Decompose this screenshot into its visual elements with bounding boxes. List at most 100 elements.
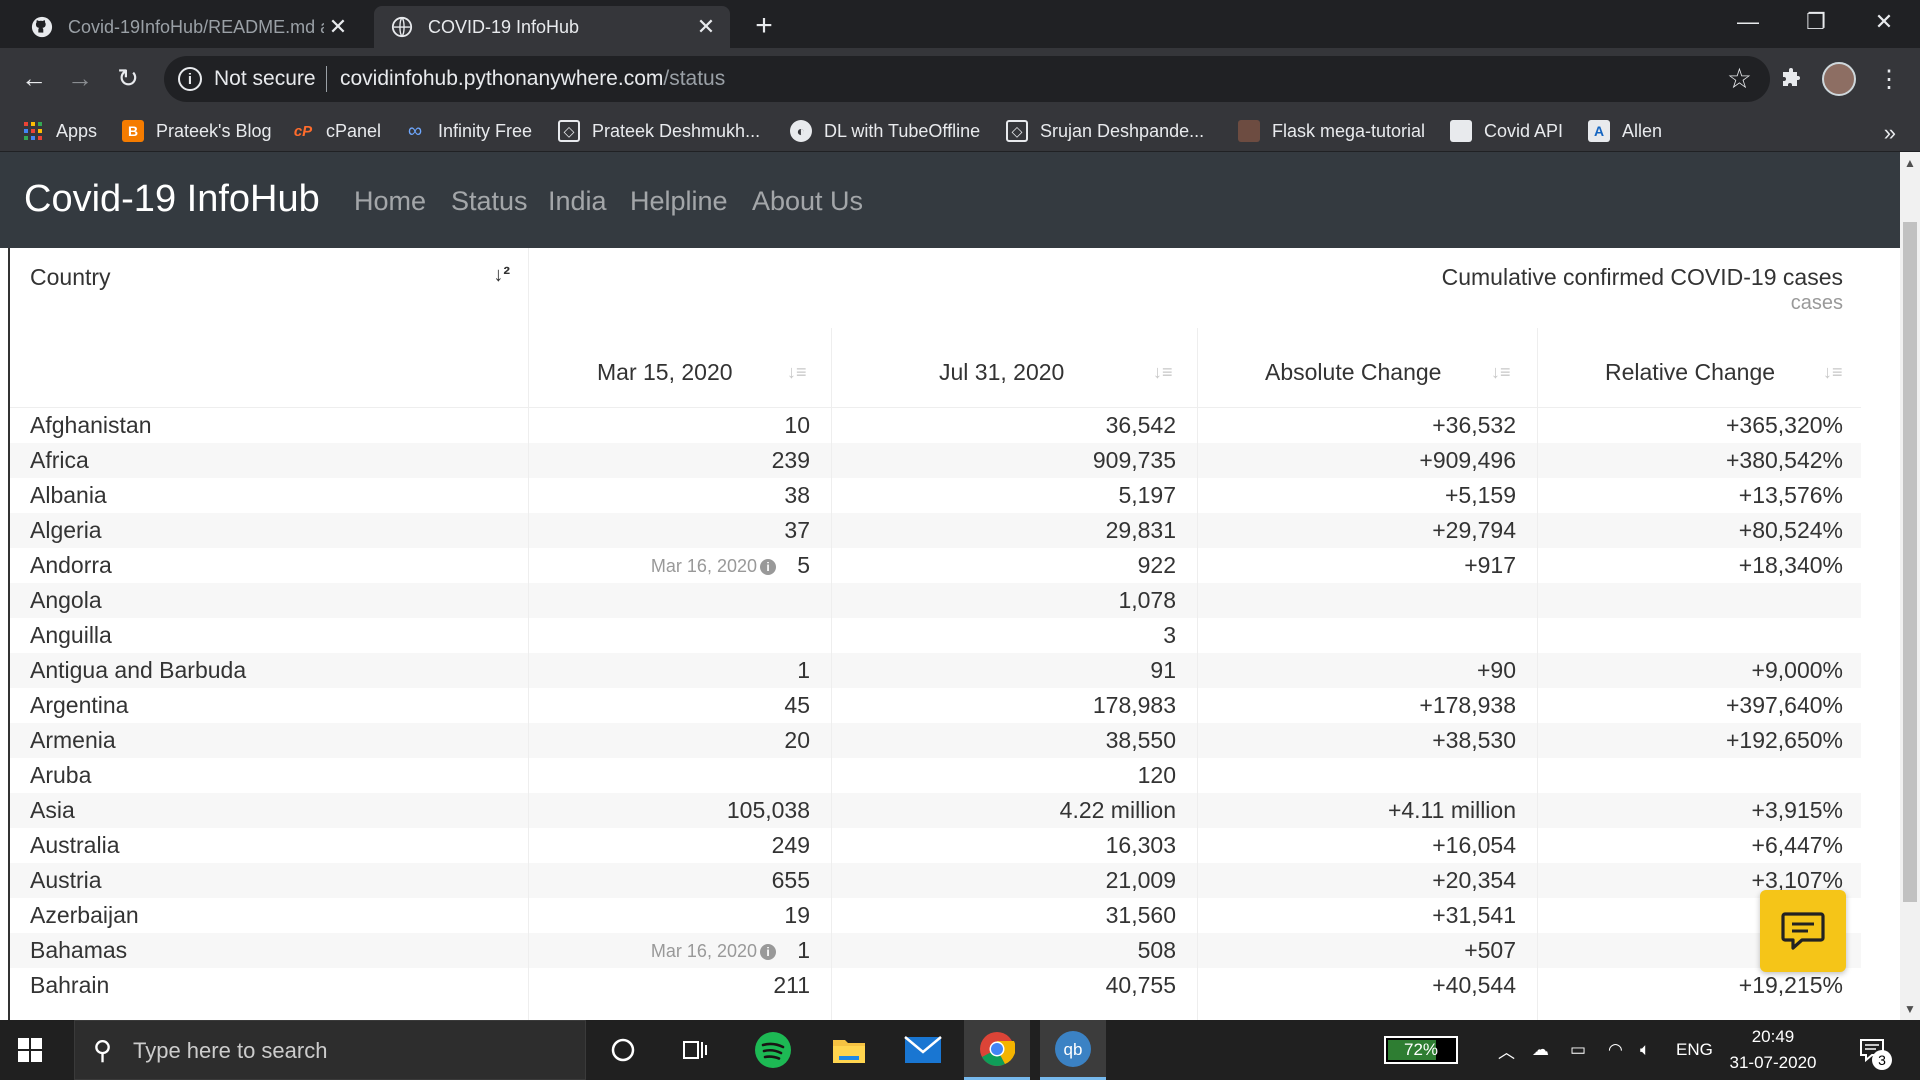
- onedrive-cloud-icon[interactable]: ☁: [1532, 1020, 1549, 1080]
- battery-indicator[interactable]: 72%: [1384, 1036, 1458, 1064]
- bookmark-label: Infinity Free: [438, 120, 533, 141]
- bookmark-apps[interactable]: Apps: [22, 116, 97, 146]
- svg-text:qb: qb: [1064, 1040, 1083, 1059]
- chart-title: Cumulative confirmed COVID-19 cases: [1441, 264, 1843, 290]
- new-tab-button[interactable]: +: [748, 9, 780, 42]
- close-tab-icon[interactable]: ✕: [324, 13, 352, 41]
- divider: [326, 66, 327, 92]
- bookmarks-bar: Apps B Prateek's Blog cP cPanel ∞ Infini…: [0, 110, 1920, 152]
- sort-icon[interactable]: ↓≡: [1823, 362, 1843, 383]
- volume-icon[interactable]: 🔈︎: [1640, 1020, 1650, 1080]
- address-bar[interactable]: i Not secure covidinfohub.pythonanywhere…: [164, 56, 1770, 102]
- notification-count-badge: 3: [1872, 1050, 1892, 1070]
- show-hidden-icons-icon[interactable]: ︿: [1498, 1020, 1515, 1080]
- column-header-jul31[interactable]: Jul 31, 2020 ↓≡: [831, 336, 1197, 408]
- sort-alpha-icon[interactable]: ↓²: [493, 264, 510, 287]
- minimize-button[interactable]: —: [1714, 0, 1782, 44]
- column-header-absolute-change[interactable]: Absolute Change ↓≡: [1197, 336, 1537, 408]
- bookmark-infinity-free[interactable]: ∞ Infinity Free: [404, 116, 532, 146]
- close-tab-icon[interactable]: ✕: [692, 13, 720, 41]
- blogger-icon: B: [122, 120, 144, 142]
- tab-title: Covid-19InfoHub/README.md at: [68, 16, 324, 37]
- country-name: Bahamas: [30, 937, 128, 963]
- sort-icon[interactable]: ↓≡: [1153, 362, 1173, 383]
- bookmark-label: Apps: [56, 120, 98, 141]
- scroll-up-arrow-icon[interactable]: ▲: [1904, 156, 1916, 170]
- data-columns-area: Cumulative confirmed COVID-19 cases case…: [528, 248, 1861, 1020]
- country-name: Aruba: [30, 762, 92, 788]
- globe-icon: ◐: [790, 120, 812, 142]
- bookmark-cpanel[interactable]: cP cPanel: [292, 116, 381, 146]
- bookmark-label: Covid API: [1484, 120, 1564, 141]
- bookmark-srujan-deshpande[interactable]: ◇ Srujan Deshpande...: [1006, 116, 1204, 146]
- chrome-icon[interactable]: [964, 1020, 1030, 1080]
- qbittorrent-icon[interactable]: qb: [1040, 1020, 1106, 1080]
- github-icon: [30, 15, 54, 39]
- country-name: Angola: [30, 587, 102, 613]
- codepen-icon: ◇: [1006, 120, 1028, 142]
- nav-india[interactable]: India: [548, 186, 607, 217]
- file-explorer-icon[interactable]: [816, 1020, 882, 1080]
- windows-start-icon[interactable]: [18, 1038, 42, 1062]
- column-header-mar15[interactable]: Mar 15, 2020 ↓≡: [529, 336, 831, 408]
- sort-icon[interactable]: ↓≡: [1491, 362, 1511, 383]
- country-name: Antigua and Barbuda: [30, 657, 247, 683]
- forward-button[interactable]: →: [60, 58, 100, 98]
- feedback-button[interactable]: [1760, 890, 1846, 972]
- profile-photo-icon: [1238, 120, 1260, 142]
- profile-avatar[interactable]: [1822, 62, 1856, 96]
- clock[interactable]: 20:49 31-07-2020: [1728, 1024, 1818, 1076]
- battery-label: 72%: [1403, 1040, 1439, 1059]
- country-name: Anguilla: [30, 622, 112, 648]
- cases-table-frame: Afghanistan 10 36,542 +36,532 +365,320% Afric…: [8, 248, 1861, 1020]
- bookmark-star-icon[interactable]: ☆: [1727, 62, 1752, 95]
- bookmark-covid-api[interactable]: Covid API: [1450, 116, 1563, 146]
- bookmark-allen[interactable]: A Allen: [1588, 116, 1662, 146]
- task-view-icon[interactable]: [662, 1020, 728, 1080]
- country-name: Albania: [30, 482, 107, 508]
- bookmark-tubeoffline[interactable]: ◐ DL with TubeOffline: [790, 116, 980, 146]
- nav-about-us[interactable]: About Us: [752, 186, 863, 217]
- chart-subtitle: cases: [1790, 292, 1843, 314]
- country-header: Country ↓²: [10, 248, 528, 408]
- more-bookmarks-button[interactable]: »: [1884, 120, 1896, 146]
- page-scrollbar-thumb[interactable]: [1903, 222, 1917, 902]
- network-icon[interactable]: ◠: [1608, 1020, 1623, 1080]
- nav-home[interactable]: Home: [354, 186, 426, 217]
- tab-readme[interactable]: Covid-19InfoHub/README.md at ✕: [14, 6, 362, 48]
- country-name: Australia: [30, 832, 120, 858]
- battery-icon[interactable]: ▭: [1570, 1020, 1586, 1080]
- mail-icon[interactable]: [890, 1020, 956, 1080]
- nav-status[interactable]: Status: [451, 186, 528, 217]
- country-name: Asia: [30, 797, 75, 823]
- windows-taskbar: ⚲ Type here to search qb 72% ︿ ☁ ▭ ◠ 🔈︎ …: [0, 1020, 1920, 1080]
- restore-button[interactable]: ❐: [1782, 0, 1850, 44]
- tab-covid-infohub[interactable]: COVID-19 InfoHub ✕: [374, 6, 730, 48]
- sort-icon[interactable]: ↓≡: [787, 362, 807, 383]
- bookmark-prateeks-blog[interactable]: B Prateek's Blog: [122, 116, 272, 146]
- reload-button[interactable]: ↻: [108, 58, 148, 98]
- info-icon[interactable]: i: [178, 67, 202, 91]
- scroll-down-arrow-icon[interactable]: ▼: [1904, 1002, 1916, 1016]
- codepen-icon: ◇: [558, 120, 580, 142]
- nav-helpline[interactable]: Helpline: [630, 186, 728, 217]
- site-brand[interactable]: Covid-19 InfoHub: [24, 178, 320, 221]
- cube-icon: [1450, 120, 1472, 142]
- taskbar-search[interactable]: ⚲ Type here to search: [74, 1020, 586, 1080]
- chrome-menu-icon[interactable]: ⋮: [1872, 62, 1906, 96]
- page-scrollbar[interactable]: ▲ ▼: [1900, 152, 1920, 1020]
- cortana-icon[interactable]: [590, 1020, 656, 1080]
- column-header-relative-change[interactable]: Relative Change ↓≡: [1537, 336, 1861, 408]
- language-indicator[interactable]: ENG: [1676, 1020, 1713, 1080]
- bookmark-prateek-deshmukh[interactable]: ◇ Prateek Deshmukh...: [558, 116, 760, 146]
- column-divider: [1197, 328, 1198, 1020]
- close-window-button[interactable]: ✕: [1850, 0, 1918, 44]
- extensions-puzzle-icon[interactable]: [1774, 62, 1808, 96]
- url-text[interactable]: covidinfohub.pythonanywhere.com/status: [340, 67, 725, 91]
- bookmark-flask-mega-tutorial[interactable]: Flask mega-tutorial: [1238, 116, 1425, 146]
- column-label: Jul 31, 2020: [939, 358, 1065, 385]
- back-button[interactable]: ←: [14, 58, 54, 98]
- spotify-icon[interactable]: [740, 1020, 806, 1080]
- notification-center-icon[interactable]: 3: [1858, 1020, 1892, 1080]
- bookmark-label: Prateek Deshmukh...: [592, 120, 761, 141]
